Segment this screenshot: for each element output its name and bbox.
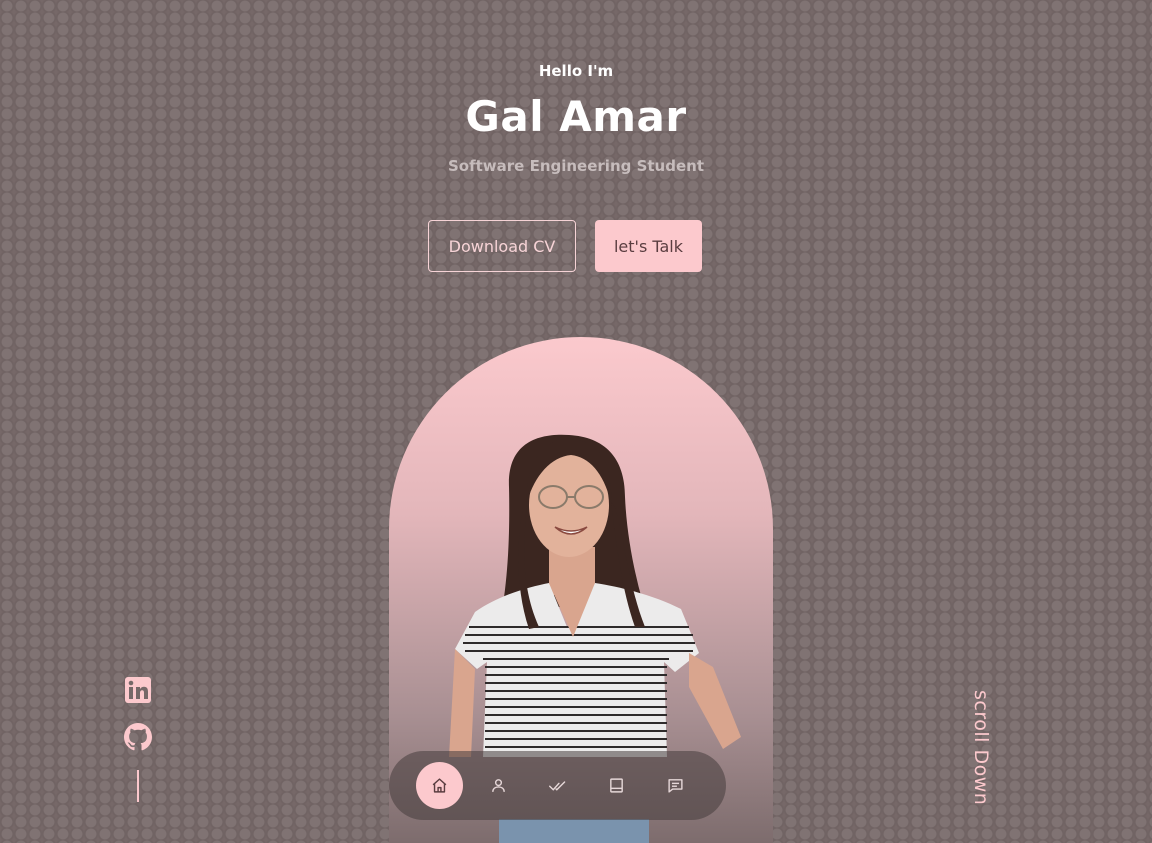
social-divider-line	[137, 770, 139, 802]
github-icon[interactable]	[124, 723, 152, 751]
linkedin-icon[interactable]	[124, 676, 152, 704]
lets-talk-button[interactable]: let's Talk	[595, 220, 702, 272]
download-cv-button[interactable]: Download CV	[428, 220, 576, 272]
user-icon	[492, 779, 505, 792]
double-check-icon	[549, 781, 566, 791]
page-title: Gal Amar	[465, 92, 687, 141]
nav-experience[interactable]	[534, 762, 581, 809]
nav-portfolio[interactable]	[593, 762, 640, 809]
book-icon	[610, 778, 623, 793]
greeting-text: Hello I'm	[538, 62, 614, 80]
home-icon	[432, 778, 447, 793]
message-icon	[668, 779, 683, 793]
subtitle-text: Software Engineering Student	[448, 157, 704, 175]
nav-home[interactable]	[416, 762, 463, 809]
scroll-down-link[interactable]: scroll Down	[962, 690, 992, 818]
nav-about[interactable]	[475, 762, 522, 809]
nav-contact[interactable]	[652, 762, 699, 809]
social-links	[124, 676, 154, 802]
bottom-nav	[389, 751, 726, 820]
